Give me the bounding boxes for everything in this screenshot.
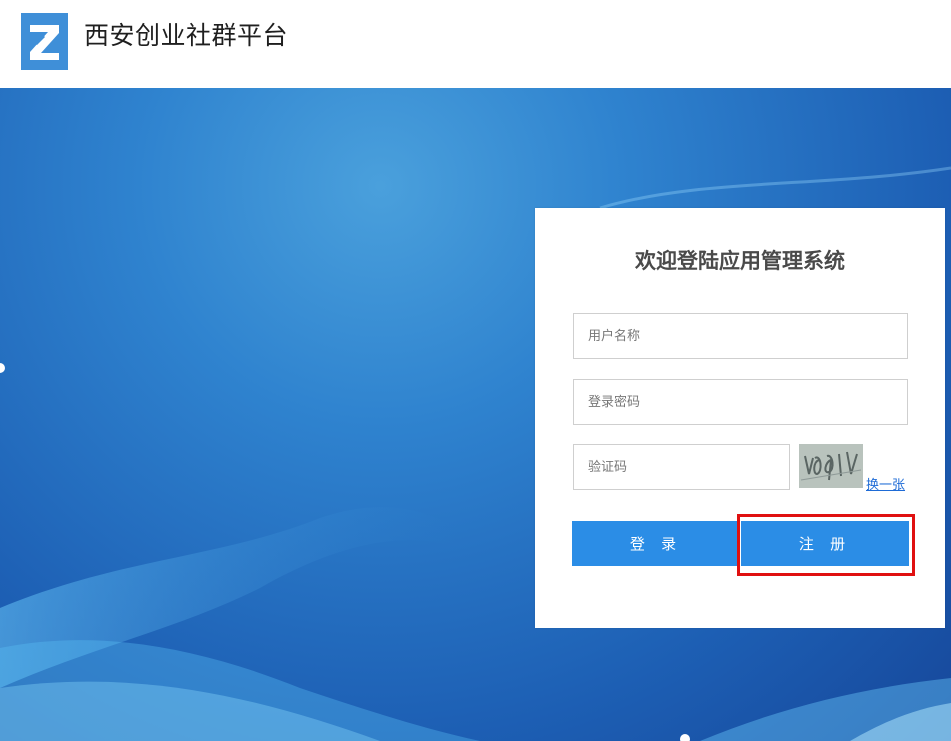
captcha-refresh-link[interactable]: 换一张 xyxy=(866,474,905,493)
username-input[interactable] xyxy=(573,313,908,359)
login-card: 欢迎登陆应用管理系统 换一张 登 录 注 册 xyxy=(535,208,945,628)
login-button[interactable]: 登 录 xyxy=(572,521,740,566)
login-page: 西安创业社群平台 欢迎登陆应用管理系统 换一张 xyxy=(0,0,951,741)
password-input[interactable] xyxy=(573,379,908,425)
captcha-input[interactable] xyxy=(573,444,790,490)
handle-dot-bottom xyxy=(680,734,690,741)
register-button[interactable]: 注 册 xyxy=(741,521,909,566)
z-logo-icon xyxy=(21,13,68,70)
captcha-image[interactable] xyxy=(799,444,863,488)
login-card-title: 欢迎登陆应用管理系统 xyxy=(635,249,845,273)
site-title: 西安创业社群平台 xyxy=(84,21,289,50)
top-header: 西安创业社群平台 xyxy=(0,0,951,88)
